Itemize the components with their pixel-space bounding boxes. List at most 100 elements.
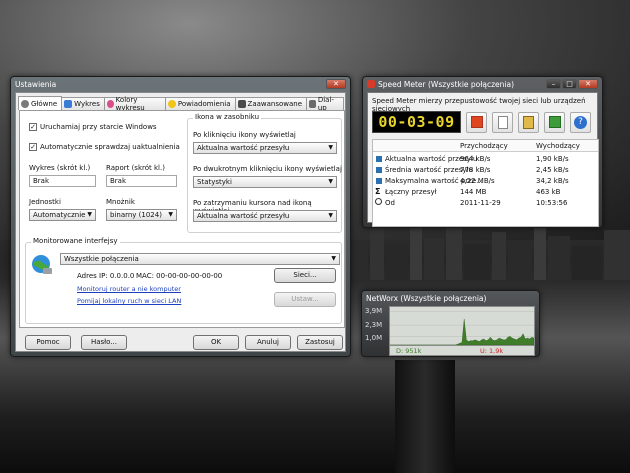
tab-label: Zaawansowane bbox=[247, 100, 303, 108]
download-rate: D: 951k bbox=[396, 347, 422, 355]
startup-label: Uruchamiaj przy starcie Windows bbox=[40, 123, 157, 131]
bar-icon bbox=[376, 156, 382, 162]
monitor-router-link[interactable]: Monitoruj router a nie komputer bbox=[77, 285, 181, 293]
networx-titlebar[interactable]: NetWorx (Wszystkie połączenia) bbox=[362, 291, 539, 305]
desktop-wallpaper-pylon bbox=[395, 360, 455, 473]
tab-graph[interactable]: Wykres bbox=[61, 97, 105, 110]
maximize-button[interactable]: □ bbox=[562, 79, 577, 89]
apply-button[interactable]: Zastosuj bbox=[297, 335, 343, 350]
tray-dblclick-select[interactable]: Statystyki ▼ bbox=[193, 176, 337, 188]
chart-icon bbox=[64, 100, 73, 108]
ok-button[interactable]: OK bbox=[193, 335, 239, 350]
new-button[interactable] bbox=[492, 111, 513, 133]
clipboard-icon bbox=[523, 115, 534, 129]
password-button[interactable]: Hasło... bbox=[81, 335, 127, 350]
row-outgoing: 34,2 kB/s bbox=[536, 177, 569, 185]
interface-value: Wszystkie połączenia bbox=[64, 255, 139, 263]
close-icon: ✕ bbox=[585, 80, 591, 88]
tab-label: Wykres bbox=[74, 100, 100, 108]
help-button[interactable]: ? bbox=[570, 111, 591, 133]
tab-notifications[interactable]: Powiadomienia bbox=[164, 97, 236, 110]
close-button[interactable]: ✕ bbox=[578, 79, 598, 89]
settings-titlebar[interactable]: Ustawienia ✕ bbox=[11, 77, 350, 91]
speed-meter-titlebar[interactable]: Speed Meter (Wszystkie połączenia) – □ ✕ bbox=[363, 77, 602, 91]
close-button[interactable]: ✕ bbox=[326, 79, 346, 89]
settings-title: Ustawienia bbox=[15, 79, 57, 89]
tab-label: Główne bbox=[31, 99, 58, 108]
save-icon bbox=[548, 116, 561, 128]
graph-shortcut-field[interactable]: Brak bbox=[29, 175, 96, 187]
tray-hover-select[interactable]: Aktualna wartość przesyłu ▼ bbox=[193, 210, 337, 222]
chevron-down-icon: ▼ bbox=[328, 144, 333, 151]
tray-click-value: Aktualna wartość przesyłu bbox=[197, 144, 290, 152]
row-outgoing: 1,90 kB/s bbox=[536, 155, 569, 163]
interfaces-group-title: Monitorowane interfejsy bbox=[31, 237, 120, 245]
elapsed-timer: 00-03-09 bbox=[372, 111, 461, 133]
tray-click-select[interactable]: Aktualna wartość przesyłu ▼ bbox=[193, 142, 337, 154]
speed-meter-body: Speed Meter mierzy przepustowość twojej … bbox=[367, 92, 599, 227]
save-button[interactable] bbox=[544, 111, 565, 133]
report-shortcut-field[interactable]: Brak bbox=[106, 175, 177, 187]
clipboard-button[interactable] bbox=[518, 111, 539, 133]
chevron-down-icon: ▼ bbox=[87, 211, 92, 218]
units-value: Automatycznie bbox=[33, 211, 86, 219]
row-label: Łączny przesył bbox=[385, 188, 437, 196]
row-incoming: 4,22 MB/s bbox=[460, 177, 495, 185]
y-tick-label: 2,3M bbox=[365, 321, 383, 329]
interface-select[interactable]: Wszystkie połączenia ▼ bbox=[60, 253, 340, 265]
stop-button[interactable] bbox=[466, 111, 487, 133]
bar-icon bbox=[376, 178, 382, 184]
traffic-chart bbox=[389, 306, 535, 346]
ip-address: Adres IP: 0.0.0.0 bbox=[77, 272, 135, 280]
row-incoming: 778 kB/s bbox=[460, 166, 491, 174]
y-tick-label: 3,9M bbox=[365, 307, 383, 315]
mac-address: MAC: 00-00-00-00-00-00 bbox=[136, 272, 223, 280]
startup-checkbox[interactable]: ✓ Uruchamiaj przy starcie Windows bbox=[29, 123, 157, 131]
networks-button[interactable]: Sieci... bbox=[274, 268, 336, 283]
globe-network-icon bbox=[32, 255, 52, 274]
chevron-down-icon: ▼ bbox=[328, 178, 333, 185]
skip-lan-link[interactable]: Pomijaj lokalny ruch w sieci LAN bbox=[77, 297, 181, 305]
stats-table-header: Przychodzący Wychodzący bbox=[373, 140, 598, 152]
minimize-button[interactable]: – bbox=[546, 79, 561, 89]
tab-label: Powiadomienia bbox=[177, 100, 231, 108]
tab-graph-colors[interactable]: Kolory wykresu bbox=[103, 96, 166, 112]
row-outgoing: 463 kB bbox=[536, 188, 561, 196]
tab-advanced[interactable]: Zaawansowane bbox=[234, 97, 308, 110]
tray-dblclick-value: Statystyki bbox=[197, 178, 232, 186]
tray-click-label: Po kliknięciu ikony wyświetlaj bbox=[193, 131, 296, 139]
report-shortcut-label: Raport (skrót kl.) bbox=[106, 164, 165, 172]
download-series-area bbox=[390, 319, 535, 346]
advanced-icon bbox=[237, 100, 246, 108]
column-outgoing: Wychodzący bbox=[536, 142, 580, 150]
row-incoming: 144 MB bbox=[460, 188, 487, 196]
row-label: Od bbox=[385, 199, 395, 207]
settings-window: Ustawienia ✕ Główne Wykres Kolory wykres… bbox=[10, 76, 351, 357]
setup-button[interactable]: Ustaw... bbox=[274, 292, 336, 307]
units-label: Jednostki bbox=[29, 198, 61, 206]
tray-hover-value: Aktualna wartość przesyłu bbox=[197, 212, 290, 220]
close-icon: ✕ bbox=[333, 80, 339, 88]
row-outgoing: 2,45 kB/s bbox=[536, 166, 569, 174]
updates-checkbox[interactable]: ✓ Automatycznie sprawdzaj uaktualnienia bbox=[29, 143, 180, 151]
networx-title: NetWorx (Wszystkie połączenia) bbox=[366, 293, 487, 303]
row-incoming: 964 kB/s bbox=[460, 155, 491, 163]
tab-dialup[interactable]: Dial-up bbox=[306, 96, 344, 112]
palette-icon bbox=[106, 100, 114, 108]
upload-rate: U: 1,9k bbox=[480, 347, 504, 355]
tray-group-title: Ikona w zasobniku bbox=[193, 113, 262, 121]
tab-general[interactable]: Główne bbox=[18, 96, 63, 110]
column-incoming: Przychodzący bbox=[460, 142, 508, 150]
chevron-down-icon: ▼ bbox=[328, 212, 333, 219]
chevron-down-icon: ▼ bbox=[168, 211, 173, 218]
help-button[interactable]: Pomoc bbox=[25, 335, 71, 350]
clock-icon bbox=[375, 198, 382, 205]
networx-graph-window[interactable]: NetWorx (Wszystkie połączenia) 3,9M 2,3M… bbox=[361, 290, 540, 357]
multiplier-select[interactable]: binarny (1024) ▼ bbox=[106, 209, 177, 221]
multiplier-label: Mnożnik bbox=[106, 198, 135, 206]
units-select[interactable]: Automatycznie ▼ bbox=[29, 209, 96, 221]
settings-body: Główne Wykres Kolory wykresu Powiadomien… bbox=[15, 92, 346, 352]
maximize-icon: □ bbox=[566, 80, 573, 88]
cancel-button[interactable]: Anuluj bbox=[245, 335, 291, 350]
sigma-icon: Σ bbox=[375, 187, 381, 196]
